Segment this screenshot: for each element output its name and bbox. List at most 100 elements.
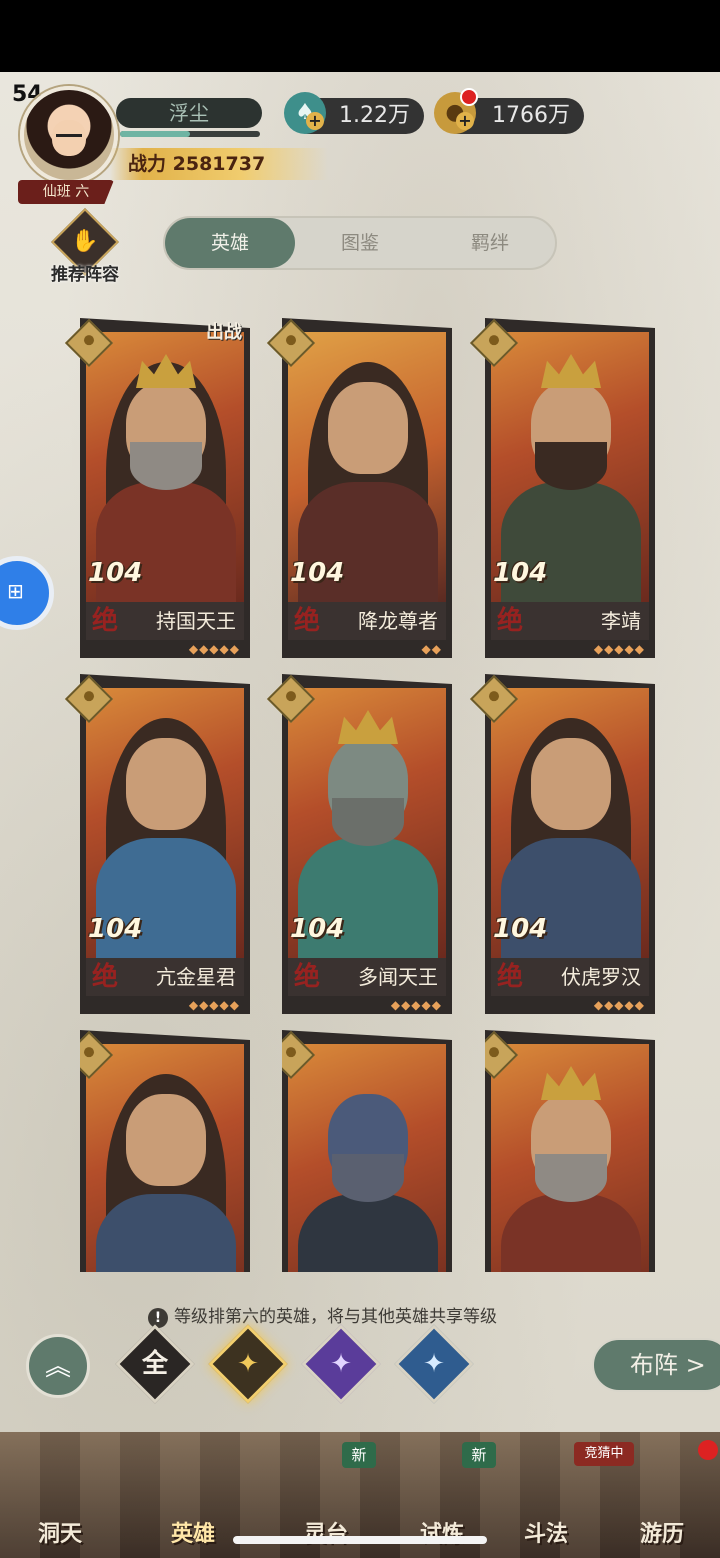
- avatar[interactable]: [20, 86, 118, 184]
- compete-tag: 竞猜中: [574, 1442, 634, 1466]
- hero-level: 104: [290, 914, 345, 944]
- power-label: 战力: [128, 153, 167, 175]
- jade-currency[interactable]: ♠ + 1.22万: [284, 92, 424, 134]
- add-jade-icon[interactable]: +: [306, 112, 324, 130]
- blue-tier-icon: ✦: [423, 1349, 445, 1379]
- grade-label: 绝: [92, 962, 119, 992]
- hero-card-duowentianwang[interactable]: 104 绝 多闻天王 ◆◆◆◆◆: [266, 674, 452, 1014]
- portrait-robe: [96, 1194, 236, 1272]
- portrait-beard: [535, 1154, 607, 1202]
- recommend-lineup-button[interactable]: ✋ 推荐阵容: [42, 208, 128, 285]
- warning-icon: !: [148, 1308, 168, 1328]
- portrait-head: [126, 738, 206, 830]
- grade-label: 绝: [497, 606, 524, 636]
- portrait-head: [126, 1094, 206, 1186]
- notice-text: 等级排第六的英雄，将与其他英雄共享等级: [174, 1307, 497, 1327]
- chevron-up-icon: ︽: [44, 1352, 71, 1382]
- nav-duel[interactable]: 斗法: [496, 1516, 596, 1548]
- hero-portrait: [86, 1044, 244, 1272]
- hero-name: 亢金星君: [156, 965, 236, 989]
- portrait-head: [328, 382, 408, 474]
- nav-dongtian[interactable]: 洞天: [10, 1516, 110, 1548]
- star-rating: ◆◆◆◆◆: [593, 998, 645, 1012]
- grade-label: 绝: [294, 606, 321, 636]
- hero-card-fuhuluohan[interactable]: 104 绝 伏虎罗汉 ◆◆◆◆◆: [469, 674, 655, 1014]
- collapse-button[interactable]: ︽: [26, 1334, 90, 1398]
- star-rating: ◆◆◆◆◆: [593, 642, 645, 656]
- hero-name: 伏虎罗汉: [561, 965, 641, 989]
- hero-name-bar: 绝 多闻天王: [288, 958, 446, 996]
- hero-name-bar: 绝 降龙尊者: [288, 602, 446, 640]
- portrait-crown: [541, 1066, 601, 1100]
- hero-card[interactable]: [80, 1030, 250, 1272]
- hero-level: 104: [493, 914, 548, 944]
- combat-power: 战力 2581737: [110, 148, 328, 180]
- new-tag: 新: [342, 1442, 376, 1468]
- hero-card-lijing[interactable]: 104 绝 李靖 ◆◆◆◆◆: [469, 318, 655, 658]
- gold-tier-icon: ✦: [237, 1349, 259, 1379]
- jade-icon: ♠ +: [284, 92, 326, 134]
- tab-heroes[interactable]: 英雄: [165, 218, 295, 268]
- new-tag: 新: [462, 1442, 496, 1468]
- tab-bar: 英雄 图鉴 羁绊: [163, 216, 557, 270]
- level-share-notice: ! 等级排第六的英雄，将与其他英雄共享等级: [148, 1302, 497, 1328]
- hero-name-bar: 绝 李靖: [491, 602, 649, 640]
- portrait-head: [531, 738, 611, 830]
- portrait-beard: [332, 1154, 404, 1202]
- xp-fill: [120, 131, 190, 137]
- power-value: 2581737: [172, 153, 266, 175]
- grade-label: 绝: [497, 962, 524, 992]
- portrait-crown: [136, 354, 196, 388]
- player-name: 浮尘: [116, 98, 262, 128]
- coin-icon: ● +: [434, 88, 478, 134]
- hero-card-chiguotianwang[interactable]: 出战 104 绝 持国天王 ◆◆◆◆◆: [64, 318, 250, 658]
- hero-card[interactable]: [485, 1030, 655, 1272]
- notification-dot: [460, 88, 478, 106]
- portrait-crown: [338, 710, 398, 744]
- hero-name: 持国天王: [156, 609, 236, 633]
- hero-card-xianglongzunzhe[interactable]: 104 绝 降龙尊者 ◆◆: [266, 318, 452, 658]
- hero-name-bar: 绝 持国天王: [86, 602, 244, 640]
- tab-bonds[interactable]: 羁绊: [425, 218, 555, 268]
- deploy-lineup-button[interactable]: 布阵 >: [592, 1338, 720, 1392]
- star-rating: ◆◆◆◆◆: [188, 642, 240, 656]
- hero-level: 104: [493, 558, 548, 588]
- deployed-badge: 出战: [206, 322, 242, 343]
- hero-level: 104: [290, 558, 345, 588]
- xp-bar: [120, 131, 260, 137]
- hero-level: 104: [88, 914, 143, 944]
- portrait-robe: [298, 1194, 438, 1272]
- hero-name-bar: 绝 伏虎罗汉: [491, 958, 649, 996]
- hero-name: 降龙尊者: [358, 609, 438, 633]
- add-coin-icon[interactable]: +: [456, 112, 474, 130]
- portrait-crown: [541, 354, 601, 388]
- hero-name-bar: 绝 亢金星君: [86, 958, 244, 996]
- recommend-lineup-label: 推荐阵容: [51, 265, 119, 285]
- hero-card[interactable]: [282, 1030, 452, 1272]
- hero-name: 多闻天王: [358, 965, 438, 989]
- avatar-eyes: [56, 134, 82, 143]
- nav-travel[interactable]: 游历: [612, 1516, 712, 1548]
- portrait-beard: [332, 798, 404, 846]
- filter-all-label: 全: [141, 1349, 168, 1379]
- tab-codex[interactable]: 图鉴: [295, 218, 425, 268]
- portrait-robe: [501, 1194, 641, 1272]
- portrait-beard: [535, 442, 607, 490]
- hero-portrait: [288, 1044, 446, 1272]
- grade-label: 绝: [92, 606, 119, 636]
- hero-name: 李靖: [601, 609, 641, 633]
- star-rating: ◆◆: [421, 642, 442, 656]
- grade-label: 绝: [294, 962, 321, 992]
- hero-card-kangjinxingjun[interactable]: 104 绝 亢金星君 ◆◆◆◆◆: [64, 674, 250, 1014]
- coin-value: 1766万: [492, 103, 570, 128]
- hero-level: 104: [88, 558, 143, 588]
- portrait-beard: [130, 442, 202, 490]
- notification-dot: [698, 1440, 718, 1460]
- status-bar: [0, 0, 720, 72]
- home-indicator: [233, 1536, 487, 1544]
- star-rating: ◆◆◆◆◆: [188, 998, 240, 1012]
- jade-value: 1.22万: [339, 103, 410, 128]
- coin-currency[interactable]: ● + 1766万: [434, 88, 584, 134]
- nav-heroes[interactable]: 英雄: [143, 1516, 243, 1548]
- rank-tag: 仙班 六: [18, 180, 114, 204]
